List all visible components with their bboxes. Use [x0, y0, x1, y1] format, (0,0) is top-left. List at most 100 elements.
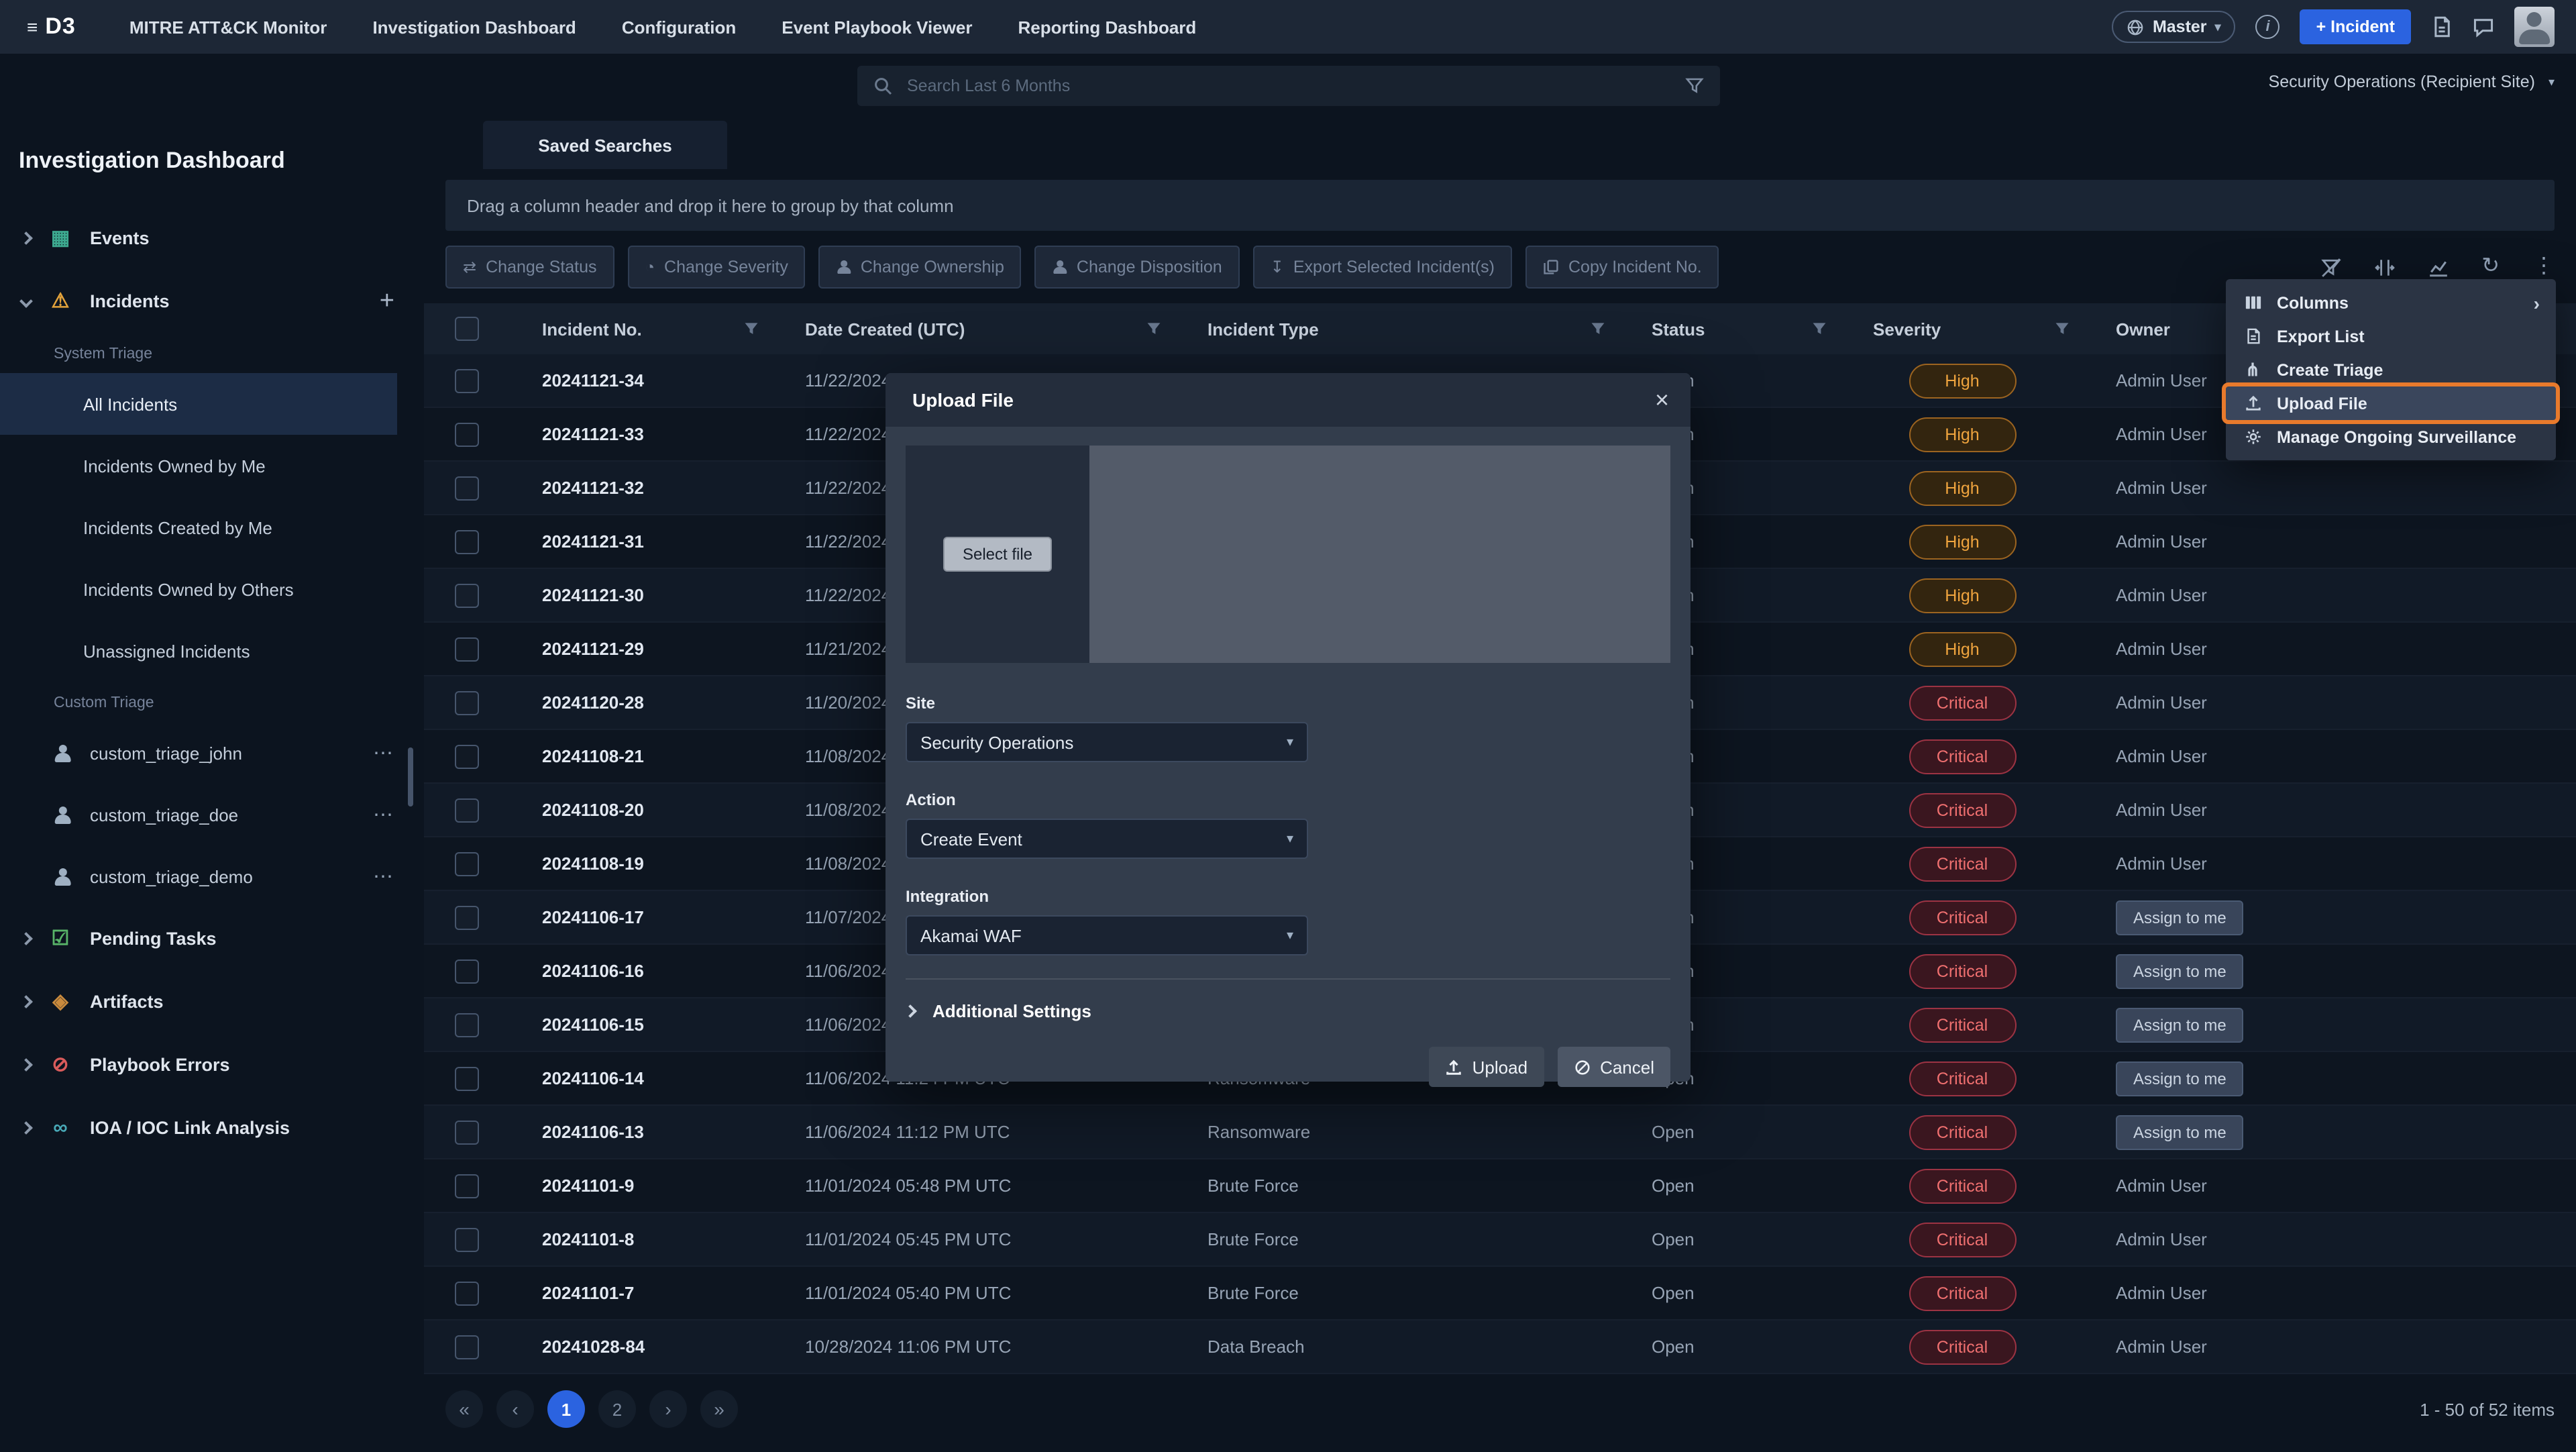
more-options-icon[interactable]: ⋯: [373, 741, 394, 765]
row-checkbox[interactable]: [455, 476, 479, 500]
refresh-icon[interactable]: ↻: [2481, 256, 2500, 278]
menu-item-columns[interactable]: Columns ›: [2226, 286, 2556, 319]
recipient-site-selector[interactable]: Security Operations (Recipient Site) ▾: [2269, 72, 2555, 91]
filter-icon[interactable]: [1146, 321, 1162, 337]
row-checkbox[interactable]: [455, 1120, 479, 1144]
integration-select[interactable]: Akamai WAF ▾: [906, 915, 1308, 955]
topnav-item-investigation-dashboard[interactable]: Investigation Dashboard: [372, 17, 576, 37]
select-all-checkbox[interactable]: [455, 317, 479, 341]
row-checkbox[interactable]: [455, 1013, 479, 1037]
change-ownership-button[interactable]: Change Ownership: [819, 246, 1022, 289]
sidebar-item-incidents-created-by-me[interactable]: Incidents Created by Me: [0, 497, 424, 558]
table-row[interactable]: 20241028-84 10/28/2024 11:06 PM UTC Data…: [424, 1320, 2576, 1374]
close-icon[interactable]: ×: [1655, 388, 1669, 412]
row-checkbox[interactable]: [455, 368, 479, 393]
sidebar-item-custom-triage-john[interactable]: custom_triage_john ⋯: [0, 722, 424, 784]
topnav-item-event-playbook-viewer[interactable]: Event Playbook Viewer: [782, 17, 972, 37]
sidebar-item-ioa-ioc-link-analysis[interactable]: ∞ IOA / IOC Link Analysis: [0, 1096, 424, 1159]
sidebar-item-events[interactable]: ▦ Events: [0, 207, 424, 270]
d3-logo[interactable]: ≡D3: [27, 13, 76, 40]
sidebar-item-playbook-errors[interactable]: ⊘ Playbook Errors: [0, 1033, 424, 1096]
site-select[interactable]: Security Operations ▾: [906, 722, 1308, 762]
sidebar-item-artifacts[interactable]: ◈ Artifacts: [0, 970, 424, 1033]
column-header-incident-type[interactable]: Incident Type: [1175, 303, 1619, 354]
column-header-date-created-utc[interactable]: Date Created (UTC): [773, 303, 1175, 354]
table-row[interactable]: 20241101-7 11/01/2024 05:40 PM UTC Brute…: [424, 1267, 2576, 1320]
next-page-button[interactable]: ›: [649, 1390, 687, 1428]
sidebar-item-custom-triage-doe[interactable]: custom_triage_doe ⋯: [0, 784, 424, 845]
change-status-button[interactable]: ⇄Change Status: [445, 246, 614, 289]
row-checkbox[interactable]: [455, 798, 479, 822]
filter-icon[interactable]: [2054, 321, 2070, 337]
change-disposition-button[interactable]: Change Disposition: [1035, 246, 1240, 289]
additional-settings-toggle[interactable]: Additional Settings: [906, 1001, 1670, 1021]
assign-to-me-button[interactable]: Assign to me: [2116, 1114, 2244, 1149]
change-severity-button[interactable]: ◔Change Severity: [628, 246, 806, 289]
select-file-button[interactable]: Select file: [944, 537, 1051, 572]
more-options-icon[interactable]: ⋯: [373, 864, 394, 888]
filter-icon[interactable]: [1685, 76, 1704, 95]
row-checkbox[interactable]: [455, 1227, 479, 1251]
info-icon[interactable]: i: [2256, 15, 2280, 39]
column-header-incident-no[interactable]: Incident No.: [510, 303, 773, 354]
page-button-1[interactable]: 1: [547, 1390, 585, 1428]
sidebar-item-incidents-owned-by-others[interactable]: Incidents Owned by Others: [0, 558, 424, 620]
column-header-status[interactable]: Status: [1619, 303, 1841, 354]
assign-to-me-button[interactable]: Assign to me: [2116, 1007, 2244, 1042]
tab-saved-searches[interactable]: Saved Searches: [483, 121, 727, 169]
menu-item-create-triage[interactable]: ⋔ Create Triage: [2226, 353, 2556, 386]
row-checkbox[interactable]: [455, 959, 479, 983]
add-triage-button[interactable]: +: [380, 287, 402, 316]
row-checkbox[interactable]: [455, 1281, 479, 1305]
master-selector[interactable]: Master ▾: [2112, 11, 2236, 43]
sidebar-item-pending-tasks[interactable]: ☑ Pending Tasks: [0, 907, 424, 970]
row-checkbox[interactable]: [455, 422, 479, 446]
row-checkbox[interactable]: [455, 1335, 479, 1359]
filter-icon[interactable]: [743, 321, 759, 337]
avatar[interactable]: [2514, 7, 2555, 47]
sidebar-item-all-incidents[interactable]: All Incidents: [0, 373, 397, 435]
last-page-button[interactable]: »: [700, 1390, 738, 1428]
assign-to-me-button[interactable]: Assign to me: [2116, 900, 2244, 935]
upload-button[interactable]: Upload: [1430, 1047, 1544, 1087]
chart-icon[interactable]: [2428, 257, 2448, 277]
topnav-item-configuration[interactable]: Configuration: [622, 17, 736, 37]
chat-icon[interactable]: [2473, 16, 2494, 38]
topnav-item-mitre-att-ck-monitor[interactable]: MITRE ATT&CK Monitor: [129, 17, 327, 37]
file-drop-zone[interactable]: [1089, 446, 1670, 663]
row-checkbox[interactable]: [455, 529, 479, 554]
action-select[interactable]: Create Event ▾: [906, 819, 1308, 859]
menu-item-upload-file[interactable]: Upload File: [2226, 386, 2556, 420]
first-page-button[interactable]: «: [445, 1390, 483, 1428]
cancel-button[interactable]: Cancel: [1557, 1047, 1670, 1087]
row-checkbox[interactable]: [455, 744, 479, 768]
copy-incident-no-button[interactable]: Copy Incident No.: [1525, 246, 1719, 289]
sidebar-item-custom-triage-demo[interactable]: custom_triage_demo ⋯: [0, 845, 424, 907]
more-options-icon[interactable]: ⋯: [373, 802, 394, 827]
prev-page-button[interactable]: ‹: [496, 1390, 534, 1428]
new-incident-button[interactable]: + Incident: [2300, 9, 2411, 44]
row-checkbox[interactable]: [455, 1066, 479, 1090]
export-selected-incident-s-button[interactable]: ↧Export Selected Incident(s): [1253, 246, 1512, 289]
document-icon[interactable]: [2431, 16, 2453, 38]
filter-icon[interactable]: [1811, 321, 1827, 337]
row-checkbox[interactable]: [455, 690, 479, 715]
groupby-bar[interactable]: Drag a column header and drop it here to…: [445, 180, 2555, 231]
sidebar-item-incidents-owned-by-me[interactable]: Incidents Owned by Me: [0, 435, 424, 497]
menu-item-export-list[interactable]: Export List: [2226, 319, 2556, 353]
assign-to-me-button[interactable]: Assign to me: [2116, 953, 2244, 988]
sidebar-item-incidents[interactable]: ⚠ Incidents +: [0, 270, 424, 333]
more-options-icon[interactable]: ⋮: [2533, 256, 2555, 278]
column-header-severity[interactable]: Severity: [1841, 303, 2084, 354]
menu-item-manage-ongoing-surveillance[interactable]: Manage Ongoing Surveillance: [2226, 420, 2556, 454]
row-checkbox[interactable]: [455, 905, 479, 929]
row-checkbox[interactable]: [455, 583, 479, 607]
row-checkbox[interactable]: [455, 851, 479, 876]
row-checkbox[interactable]: [455, 1174, 479, 1198]
assign-to-me-button[interactable]: Assign to me: [2116, 1061, 2244, 1096]
search-input[interactable]: [904, 75, 1673, 97]
table-row[interactable]: 20241106-13 11/06/2024 11:12 PM UTC Rans…: [424, 1106, 2576, 1159]
fit-columns-icon[interactable]: [2374, 257, 2394, 277]
filter-icon[interactable]: [1590, 321, 1606, 337]
sidebar-scrollbar[interactable]: [408, 747, 413, 807]
